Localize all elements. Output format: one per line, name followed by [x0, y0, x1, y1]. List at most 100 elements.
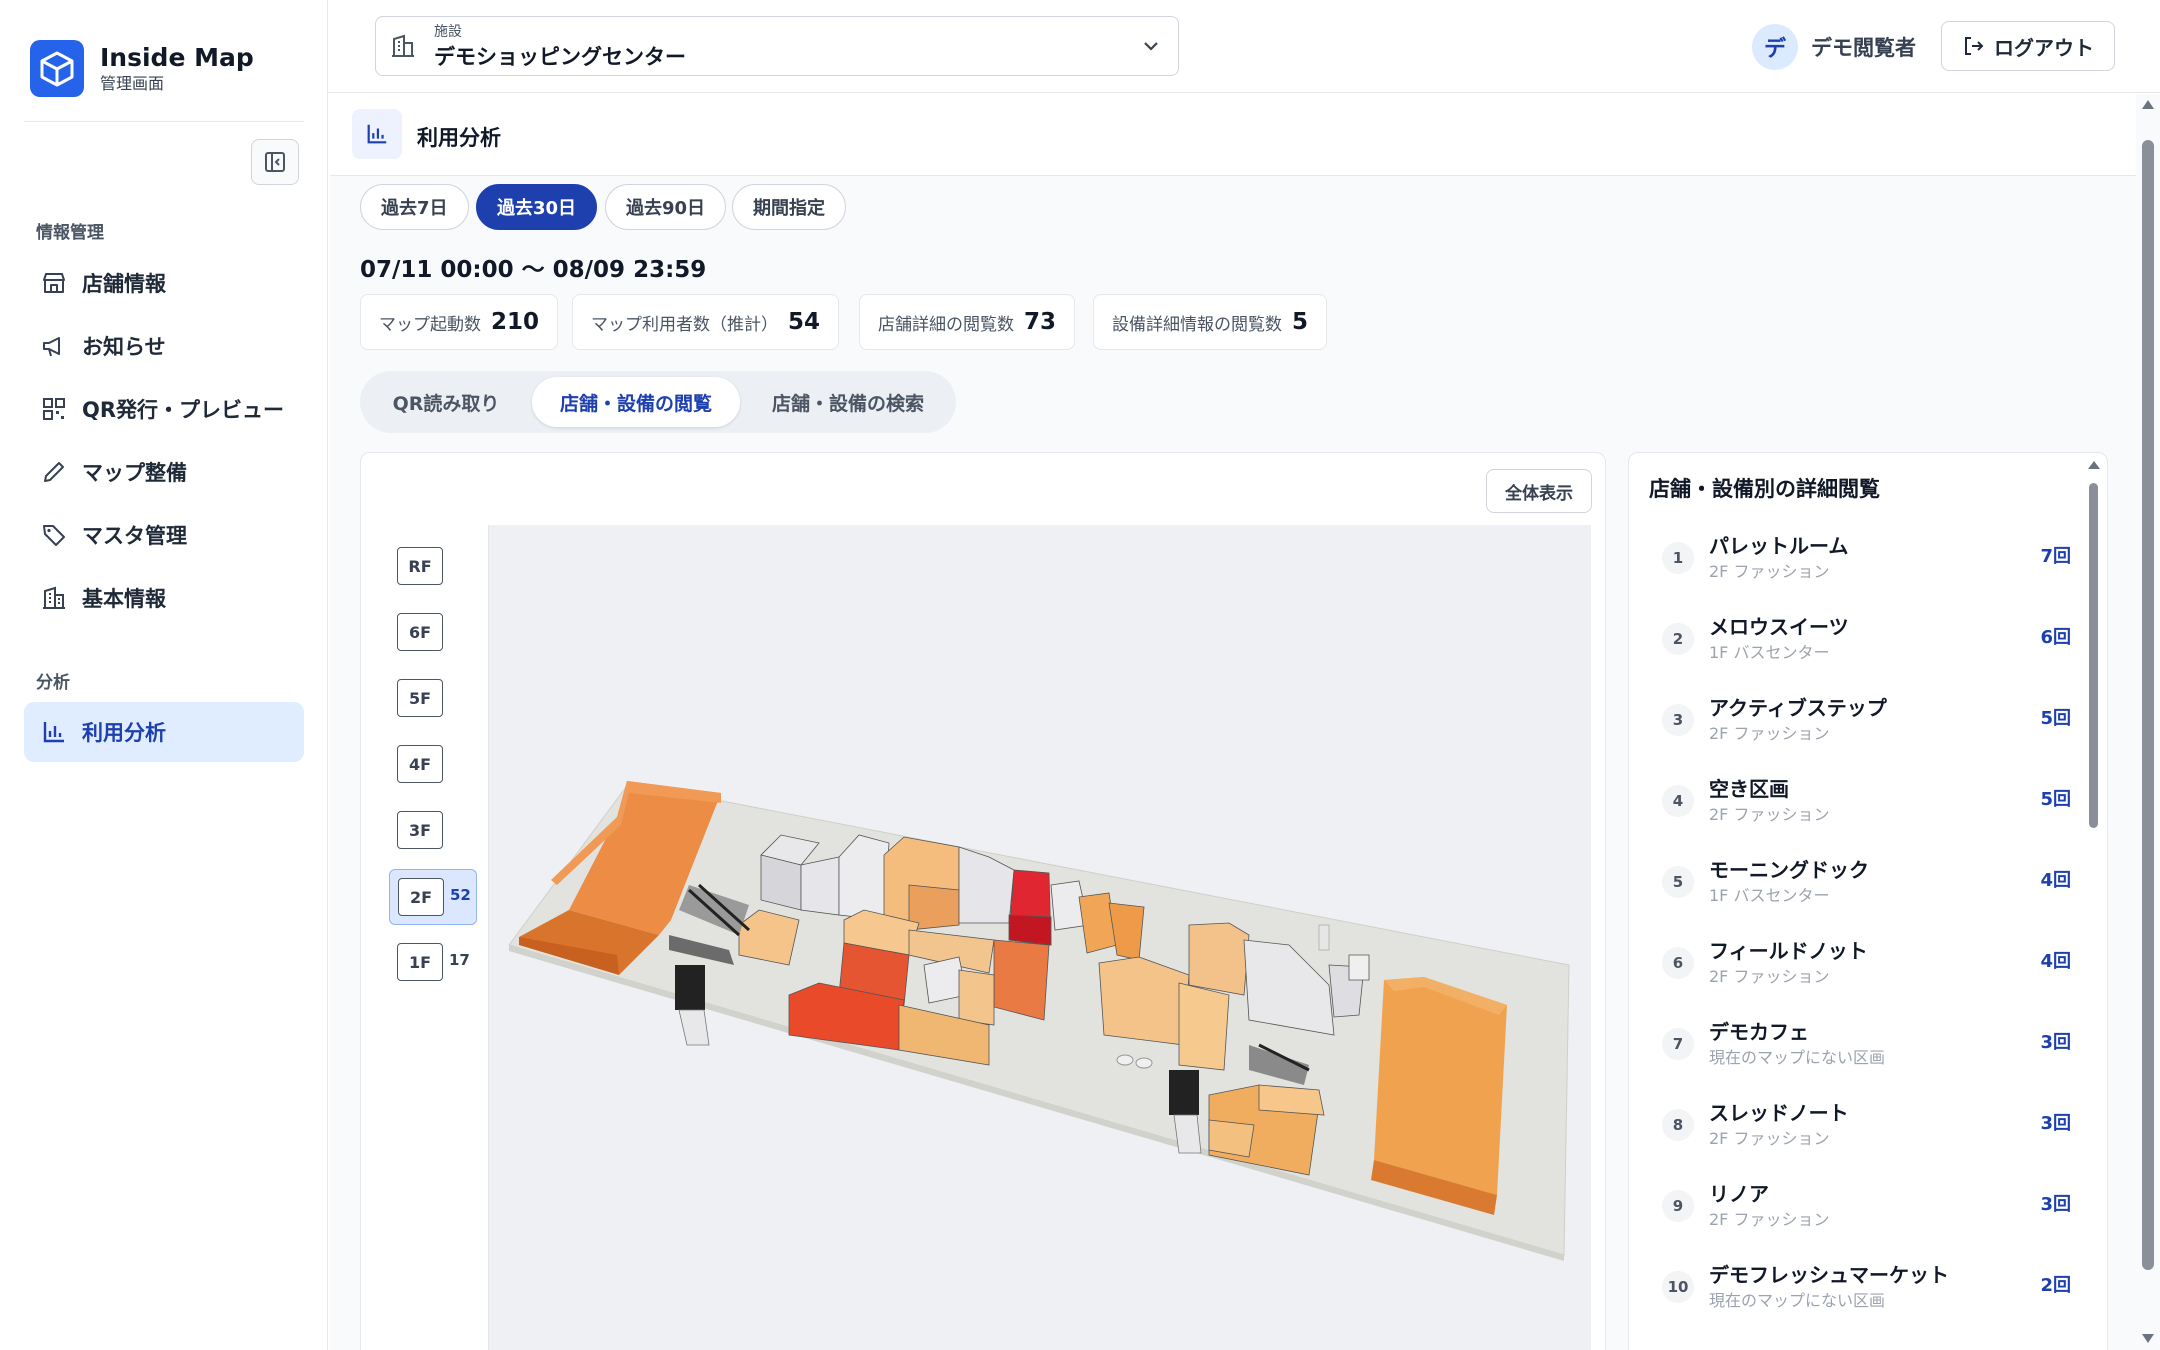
collapse-sidebar-button[interactable]: [251, 139, 299, 185]
main-content: 利用分析 過去7日 過去30日 過去90日 期間指定 07/11 00:00 〜…: [330, 94, 2138, 1350]
section-label-analysis: 分析: [36, 673, 70, 693]
period-90days-button[interactable]: 過去90日: [605, 184, 727, 230]
floor-6f[interactable]: 6F: [389, 605, 477, 661]
list-item[interactable]: 5 モーニングドック 1F バスセンター 4回: [1649, 852, 2079, 933]
floor-button[interactable]: 1F: [397, 943, 443, 981]
list-item[interactable]: 2 メロウスイーツ 1F バスセンター 6回: [1649, 609, 2079, 690]
sidebar-item-label: 基本情報: [82, 587, 166, 611]
list-item[interactable]: 7 デモカフェ 現在のマップにない区画 3回: [1649, 1014, 2079, 1095]
floor-button[interactable]: 3F: [397, 811, 443, 849]
scroll-up-arrow[interactable]: [2088, 461, 2100, 469]
tab-store-search[interactable]: 店舗・設備の検索: [746, 377, 950, 427]
tab-qr-scan[interactable]: QR読み取り: [366, 377, 526, 427]
store-block: [1348, 954, 1370, 981]
sidebar-item-master[interactable]: マスタ管理: [24, 505, 304, 565]
page-title: 利用分析: [417, 126, 501, 150]
sidebar-item-label: マスタ管理: [82, 524, 187, 548]
list-item[interactable]: 9 リノア 2F ファッション 3回: [1649, 1176, 2079, 1257]
avatar: デ: [1752, 24, 1798, 70]
sidebar-item-basic-info[interactable]: 基本情報: [24, 568, 304, 628]
floor-1f[interactable]: 1F 17: [389, 935, 477, 991]
tab-store-views[interactable]: 店舗・設備の閲覧: [532, 377, 740, 427]
store-block: [1258, 1084, 1325, 1116]
sidebar: Inside Map 管理画面 情報管理 店舗情報 お知らせ QR発行・プレビュ…: [0, 0, 328, 1350]
fit-all-button[interactable]: 全体表示: [1486, 469, 1592, 513]
rank-name: スレッドノート: [1709, 1101, 1849, 1125]
rank-subtitle: 2F ファッション: [1709, 967, 1830, 986]
floor-button[interactable]: 6F: [397, 613, 443, 651]
floor-button[interactable]: 5F: [397, 679, 443, 717]
building-icon: [40, 584, 68, 612]
floor-5f[interactable]: 5F: [389, 671, 477, 727]
floor-button[interactable]: RF: [397, 547, 443, 585]
period-custom-button[interactable]: 期間指定: [732, 184, 846, 230]
rank-count: 3回: [2040, 1032, 2071, 1053]
rank-subtitle: 2F ファッション: [1709, 805, 1830, 824]
scroll-down-arrow[interactable]: [2142, 1334, 2154, 1343]
page-header: 利用分析: [330, 94, 2138, 176]
list-item[interactable]: 4 空き区画 2F ファッション 5回: [1649, 771, 2079, 852]
store-block: [1098, 956, 1190, 1046]
store-block: [800, 856, 840, 916]
floor-2f[interactable]: 2F 52: [389, 869, 477, 925]
rank-count: 6回: [2040, 627, 2071, 648]
rank-number: 5: [1662, 866, 1694, 898]
date-range: 07/11 00:00 〜 08/09 23:59: [360, 257, 707, 283]
floor-count: 52: [450, 886, 471, 904]
stat-facility-detail-views: 設備詳細情報の閲覧数 5: [1093, 294, 1328, 350]
sidebar-item-label: 店舗情報: [82, 272, 166, 296]
list-item[interactable]: 8 スレッドノート 2F ファッション 3回: [1649, 1095, 2079, 1176]
floor-4f[interactable]: 4F: [389, 737, 477, 793]
sidebar-item-label: マップ整備: [82, 461, 187, 485]
logout-button[interactable]: ログアウト: [1941, 21, 2115, 71]
sidebar-item-qr[interactable]: QR発行・プレビュー: [24, 379, 304, 439]
rank-subtitle: 2F ファッション: [1709, 562, 1830, 581]
list-item[interactable]: 3 アクティブステップ 2F ファッション 5回: [1649, 690, 2079, 771]
sidebar-item-map-edit[interactable]: マップ整備: [24, 442, 304, 502]
floor-rf[interactable]: RF: [389, 539, 477, 595]
period-30days-button[interactable]: 過去30日: [476, 184, 598, 230]
ranking-scrollbar[interactable]: [2087, 461, 2101, 1350]
floor-selector: RF 6F 5F 4F 3F 2F 52 1F 17: [377, 525, 489, 1350]
sidebar-item-store-info[interactable]: 店舗情報: [24, 253, 304, 313]
floor-map-3d[interactable]: [489, 525, 1591, 1350]
stat-value: 54: [788, 309, 821, 335]
scroll-thumb[interactable]: [2142, 140, 2154, 1270]
sidebar-item-notices[interactable]: お知らせ: [24, 316, 304, 376]
logout-icon: [1965, 37, 1984, 55]
facility-select[interactable]: 施設 デモショッピングセンター: [375, 16, 1179, 76]
rank-count: 4回: [2040, 870, 2071, 891]
list-item[interactable]: 6 フィールドノット 2F ファッション 4回: [1649, 933, 2079, 1014]
list-item[interactable]: 1 パレットルーム 2F ファッション 7回: [1649, 528, 2079, 609]
store-block: [1178, 982, 1230, 1071]
store-block: [993, 939, 1050, 1021]
brand[interactable]: Inside Map 管理画面: [30, 40, 254, 97]
megaphone-icon: [40, 332, 68, 360]
tag-icon: [40, 521, 68, 549]
rank-count: 5回: [2040, 789, 2071, 810]
floor-3f[interactable]: 3F: [389, 803, 477, 859]
rank-name: デモフレッシュマーケット: [1709, 1263, 1949, 1287]
scroll-thumb[interactable]: [2089, 483, 2098, 828]
building-icon: [392, 34, 414, 57]
rank-count: 2回: [2040, 1275, 2071, 1296]
floor-button[interactable]: 2F: [398, 878, 444, 916]
brand-name: Inside Map: [100, 42, 254, 72]
period-7days-button[interactable]: 過去7日: [360, 184, 469, 230]
sidebar-item-usage-analysis[interactable]: 利用分析: [24, 702, 304, 762]
floor-button[interactable]: 4F: [397, 745, 443, 783]
page-scrollbar[interactable]: [2136, 94, 2160, 1350]
list-item[interactable]: 10 デモフレッシュマーケット 現在のマップにない区画 2回: [1649, 1257, 2079, 1338]
chevron-down-icon: [1144, 42, 1158, 51]
stat-map-users: マップ利用者数（推計） 54: [572, 294, 840, 350]
rank-number: 1: [1662, 542, 1694, 574]
rank-count: 5回: [2040, 708, 2071, 729]
rank-name: メロウスイーツ: [1709, 615, 1849, 639]
facility-value: デモショッピングセンター: [434, 45, 686, 69]
rank-count: 3回: [2040, 1113, 2071, 1134]
rank-name: パレットルーム: [1709, 534, 1849, 558]
scroll-up-arrow[interactable]: [2142, 100, 2154, 109]
rank-subtitle: 2F ファッション: [1709, 724, 1830, 743]
qr-icon: [40, 395, 68, 423]
pencil-icon: [40, 458, 68, 486]
